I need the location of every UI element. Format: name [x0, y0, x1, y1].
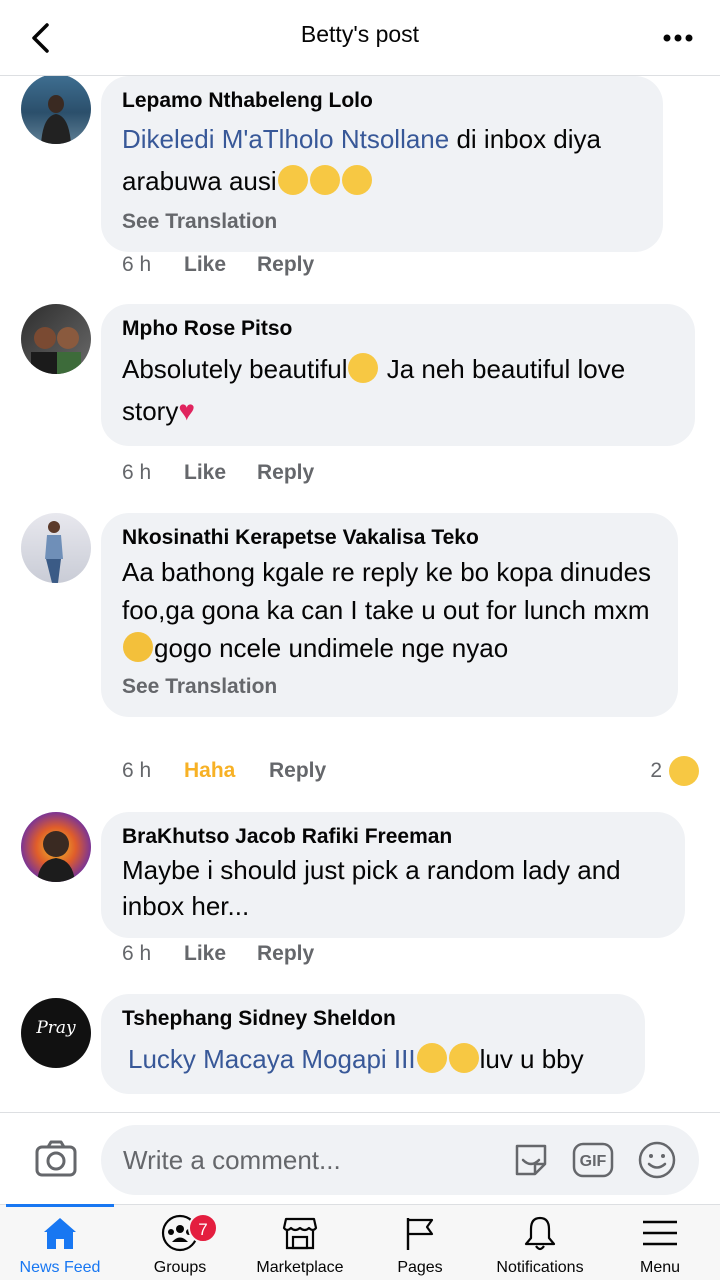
- like-button[interactable]: Like: [184, 942, 257, 966]
- comment-actions: 6 h Like Reply: [122, 461, 314, 485]
- comment-time: 6 h: [122, 461, 152, 484]
- home-icon: [44, 1218, 76, 1249]
- tab-label: Menu: [639, 1259, 681, 1276]
- commenter-name[interactable]: Mpho Rose Pitso: [122, 316, 674, 342]
- tears-of-joy-emoji-icon: [277, 165, 308, 195]
- tears-of-joy-emoji-icon: [309, 165, 340, 195]
- comment-bubble[interactable]: Lepamo Nthabeleng Lolo Dikeledi M'aTlhol…: [101, 76, 663, 252]
- comment-input[interactable]: Write a comment... GIF: [101, 1125, 699, 1195]
- reaction-count: 2: [650, 759, 662, 782]
- heart-eyes-emoji-icon: [448, 1043, 479, 1073]
- commenter-name[interactable]: Tshephang Sidney Sheldon: [122, 1006, 624, 1032]
- bell-icon: [524, 1216, 556, 1251]
- active-tab-indicator: [6, 1204, 114, 1207]
- reply-button[interactable]: Reply: [257, 253, 314, 277]
- comment-text: Aa bathong kgale re reply ke bo kopa din…: [122, 557, 652, 663]
- crying-emoji-icon: [123, 632, 153, 662]
- mention-link[interactable]: Dikeledi M'aTlholo Ntsollane: [122, 124, 449, 154]
- comment-actions: 6 h Like Reply: [122, 253, 314, 277]
- comment-bubble[interactable]: Mpho Rose Pitso Absolutely beautiful Ja …: [101, 304, 695, 446]
- sticker-icon[interactable]: [509, 1138, 553, 1182]
- hamburger-icon: [643, 1220, 677, 1246]
- tab-notifications[interactable]: Notifications: [480, 1205, 600, 1280]
- red-heart-emoji-icon: ♥: [178, 395, 195, 426]
- comment-time: 6 h: [122, 942, 152, 965]
- comment-bubble[interactable]: BraKhutso Jacob Rafiki Freeman Maybe i s…: [101, 812, 685, 938]
- comment-text: Maybe i should just pick a random lady a…: [122, 855, 621, 921]
- kiss-emoji-icon: [416, 1043, 447, 1073]
- avatar[interactable]: [21, 76, 91, 144]
- comment-text: Lucky Macaya Mogapi III luv u bby: [128, 1043, 584, 1074]
- tab-menu[interactable]: Menu: [600, 1205, 720, 1280]
- comment-time: 6 h: [122, 759, 152, 782]
- flag-icon: [406, 1218, 434, 1250]
- tab-marketplace[interactable]: Marketplace: [240, 1205, 360, 1280]
- avatar[interactable]: Pray: [21, 998, 91, 1068]
- avatar[interactable]: [21, 513, 91, 583]
- tab-label: News Feed: [19, 1259, 101, 1276]
- more-options-icon[interactable]: [658, 18, 698, 58]
- comment-text: Dikeledi M'aTlholo Ntsollane di inbox di…: [122, 124, 601, 196]
- tab-pages[interactable]: Pages: [360, 1205, 480, 1280]
- like-button[interactable]: Like: [184, 253, 257, 277]
- comment-time: 6 h: [122, 253, 152, 276]
- mention-link[interactable]: Lucky Macaya Mogapi III: [128, 1044, 416, 1074]
- commenter-name[interactable]: Nkosinathi Kerapetse Vakalisa Teko: [122, 525, 657, 551]
- reply-button[interactable]: Reply: [269, 759, 326, 783]
- comment-actions: 6 h Haha Reply: [122, 759, 326, 783]
- haha-reaction-button[interactable]: Haha: [184, 759, 269, 783]
- heart-eyes-emoji-icon: [348, 353, 379, 383]
- comment-bubble[interactable]: Tshephang Sidney Sheldon Lucky Macaya Mo…: [101, 994, 645, 1094]
- see-translation-link[interactable]: See Translation: [122, 671, 657, 703]
- gif-icon[interactable]: GIF: [571, 1138, 615, 1182]
- tab-label: Groups: [153, 1259, 207, 1276]
- tab-label: Pages: [397, 1259, 443, 1276]
- comment-text: Absolutely beautiful Ja neh beautiful lo…: [122, 353, 626, 426]
- camera-icon[interactable]: [32, 1135, 80, 1183]
- avatar-caption: Pray: [36, 1018, 76, 1038]
- tab-label: Notifications: [496, 1259, 584, 1276]
- comment-placeholder: Write a comment...: [123, 1145, 341, 1175]
- avatar[interactable]: [21, 812, 91, 882]
- notification-badge: 7: [188, 1213, 218, 1243]
- bottom-tab-bar: News Feed 7 Groups Marketplace Pages Not…: [0, 1204, 720, 1280]
- comment-actions: 6 h Like Reply: [122, 942, 314, 966]
- commenter-name[interactable]: BraKhutso Jacob Rafiki Freeman: [122, 824, 664, 850]
- reaction-summary[interactable]: 2: [650, 756, 700, 786]
- see-translation-link[interactable]: See Translation: [122, 206, 642, 238]
- page-title: Betty's post: [300, 21, 420, 47]
- like-button[interactable]: Like: [184, 461, 257, 485]
- haha-emoji-icon: [669, 756, 699, 786]
- top-bar: Betty's post: [0, 0, 720, 76]
- tab-groups[interactable]: 7 Groups: [120, 1205, 240, 1280]
- comment-composer: Write a comment... GIF: [0, 1112, 720, 1204]
- reply-button[interactable]: Reply: [257, 942, 314, 966]
- svg-text:GIF: GIF: [580, 1153, 607, 1170]
- marketplace-icon: [282, 1217, 318, 1250]
- avatar[interactable]: [21, 304, 91, 374]
- tab-news-feed[interactable]: News Feed: [0, 1204, 120, 1280]
- emoji-icon[interactable]: [635, 1138, 679, 1182]
- comment-list[interactable]: Lepamo Nthabeleng Lolo Dikeledi M'aTlhol…: [0, 76, 720, 1112]
- rolling-laughing-emoji-icon: [341, 165, 372, 195]
- commenter-name[interactable]: Lepamo Nthabeleng Lolo: [122, 88, 642, 114]
- tab-label: Marketplace: [256, 1259, 344, 1276]
- reply-button[interactable]: Reply: [257, 461, 314, 485]
- comment-bubble[interactable]: Nkosinathi Kerapetse Vakalisa Teko Aa ba…: [101, 513, 678, 717]
